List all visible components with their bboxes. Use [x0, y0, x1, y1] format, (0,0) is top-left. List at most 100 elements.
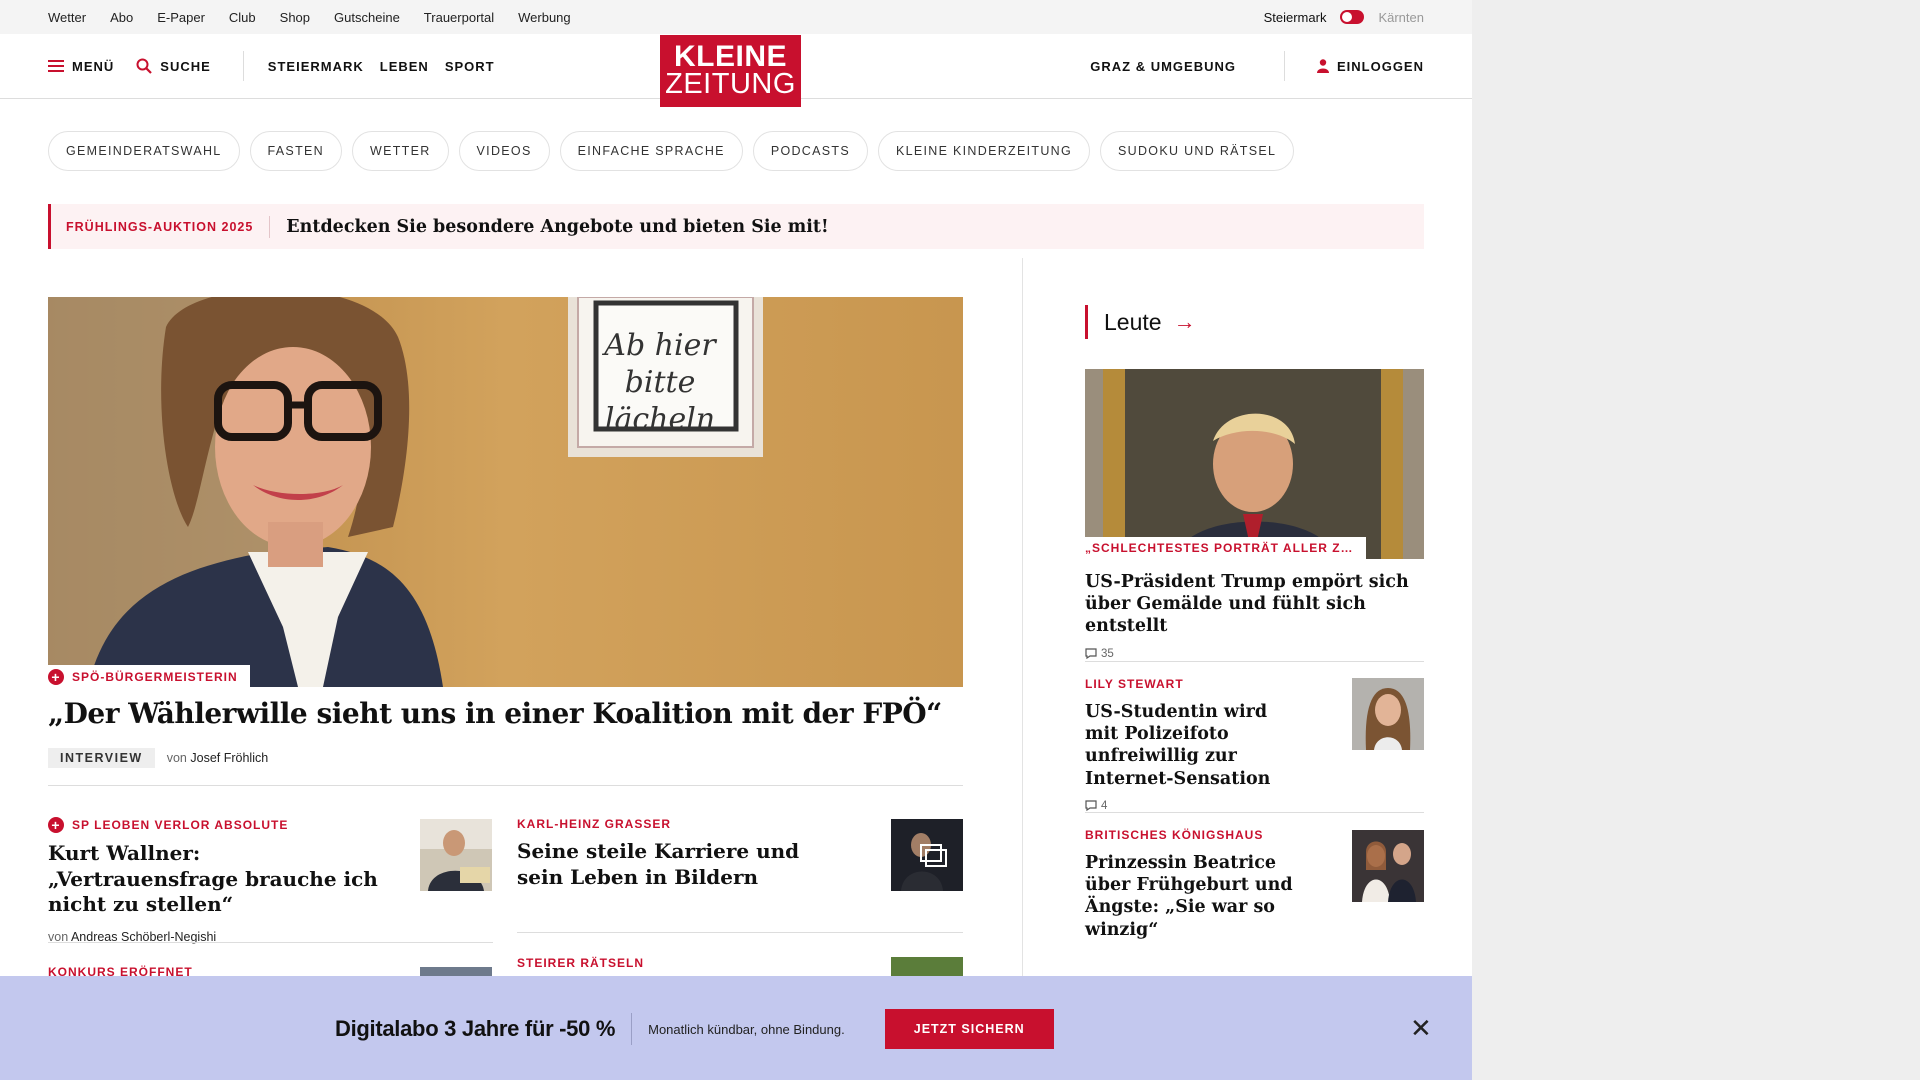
- offer-headline: Digitalabo 3 Jahre für -50 %: [335, 1016, 616, 1041]
- site-logo[interactable]: KLEINE ZEITUNG: [660, 35, 801, 107]
- sign-line-2: bitte: [625, 365, 696, 400]
- search-button[interactable]: SUCHE: [136, 58, 211, 74]
- main-navigation: MENÜ SUCHE STEIERMARK LEBEN SPORT KLEINE…: [0, 34, 1472, 107]
- teaser-thumbnail-wallner[interactable]: [420, 819, 492, 891]
- pill-podcasts[interactable]: PODCASTS: [752, 131, 868, 171]
- comment-count[interactable]: 4: [1085, 800, 1295, 812]
- column-divider: [1022, 258, 1023, 978]
- pill-wetter[interactable]: WETTER: [351, 131, 449, 171]
- nav-link-sport[interactable]: SPORT: [445, 59, 495, 74]
- offer-subtext: Monatlich kündbar, ohne Bindung.: [648, 1021, 845, 1037]
- hero-kicker-text: SPÖ-BÜRGERMEISTERIN: [72, 669, 238, 684]
- sidebar-item-lily-stewart[interactable]: LILY STEWART US-Studentin wird mit Poliz…: [1085, 677, 1295, 812]
- section-heading-leute[interactable]: Leute →: [1085, 305, 1196, 339]
- pill-videos[interactable]: VIDEOS: [458, 131, 550, 171]
- teaser-raetseln[interactable]: STEIRER RÄTSELN: [517, 956, 644, 978]
- comment-count[interactable]: 35: [1085, 648, 1424, 660]
- sidebar-divider: [1085, 661, 1424, 662]
- arrow-right-icon: →: [1173, 309, 1196, 334]
- utility-link-epaper[interactable]: E-Paper: [157, 10, 205, 25]
- offer-divider: [631, 1013, 633, 1045]
- sidebar-lead-image[interactable]: [1085, 369, 1424, 559]
- utility-link-shop[interactable]: Shop: [280, 10, 310, 25]
- search-label: SUCHE: [160, 58, 211, 74]
- promo-text: Entdecken Sie besondere Angebote und bie…: [286, 216, 829, 237]
- region-kaernten[interactable]: Kärnten: [1378, 10, 1424, 25]
- sign-line-1: Ab hier: [601, 328, 717, 363]
- pill-einfache-sprache[interactable]: EINFACHE SPRACHE: [559, 131, 743, 171]
- sidebar-thumbnail-lily[interactable]: [1352, 678, 1424, 750]
- teaser-thumbnail-raetseln[interactable]: [891, 957, 963, 977]
- teaser-kicker: STEIRER RÄTSELN: [517, 956, 644, 970]
- nav-link-steiermark[interactable]: STEIERMARK: [268, 59, 364, 74]
- region-steiermark[interactable]: Steiermark: [1264, 10, 1327, 25]
- offer-cta-button[interactable]: JETZT SICHERN: [884, 1009, 1054, 1049]
- plus-icon: +: [48, 668, 64, 685]
- teaser-title: Seine steile Karriere und sein Leben in …: [517, 839, 800, 889]
- utility-link-club[interactable]: Club: [229, 10, 256, 25]
- nav-divider-right: [1283, 51, 1285, 81]
- topic-pills: GEMEINDERATSWAHL FASTEN WETTER VIDEOS EI…: [48, 131, 1295, 171]
- sidebar-item-beatrice[interactable]: BRITISCHES KÖNIGSHAUS Prinzessin Beatric…: [1085, 828, 1295, 941]
- promo-tag: FRÜHLINGS-AUKTION 2025: [51, 215, 271, 238]
- section-heading-text: Leute: [1104, 308, 1162, 335]
- close-icon[interactable]: ✕: [1410, 1015, 1432, 1041]
- utility-link-abo[interactable]: Abo: [110, 10, 133, 25]
- nav-link-leben[interactable]: LEBEN: [380, 59, 429, 74]
- comment-count-value: 35: [1101, 647, 1114, 660]
- login-label: EINLOGGEN: [1336, 58, 1424, 74]
- hero-image[interactable]: Ab hier bitte lächeln: [48, 297, 963, 687]
- sidebar-lead-article[interactable]: US-Präsident Trump empört sich über Gemä…: [1085, 571, 1424, 660]
- interview-badge: INTERVIEW: [48, 748, 155, 768]
- comment-count-value: 4: [1101, 799, 1108, 812]
- pill-sudoku[interactable]: SUDOKU UND RÄTSEL: [1100, 131, 1295, 171]
- region-toggle[interactable]: [1340, 10, 1365, 24]
- website: Wetter Abo E-Paper Club Shop Gutscheine …: [0, 0, 1472, 1080]
- user-icon: [1316, 59, 1329, 73]
- sidebar-item-kicker: BRITISCHES KÖNIGSHAUS: [1085, 828, 1295, 842]
- hero-divider: [48, 785, 963, 786]
- plus-icon: +: [48, 817, 64, 833]
- comment-icon: [1085, 800, 1097, 812]
- teaser-divider: [517, 932, 963, 933]
- utility-link-werbung[interactable]: Werbung: [518, 10, 571, 25]
- teaser-kicker-text: SP LEOBEN VERLOR ABSOLUTE: [72, 818, 289, 832]
- logo-line-1: KLEINE: [673, 39, 787, 73]
- teaser-divider: [48, 942, 493, 943]
- promo-banner[interactable]: FRÜHLINGS-AUKTION 2025 Entdecken Sie bes…: [48, 204, 1424, 249]
- teaser-grasser[interactable]: KARL-HEINZ GRASSER Seine steile Karriere…: [517, 817, 817, 890]
- sidebar-item-kicker-text: BRITISCHES KÖNIGSHAUS: [1085, 828, 1264, 842]
- menu-label: MENÜ: [72, 58, 115, 74]
- sidebar-item-kicker: LILY STEWART: [1085, 677, 1295, 691]
- nav-link-graz[interactable]: GRAZ & UMGEBUNG: [1090, 59, 1236, 74]
- comment-icon: [1085, 648, 1097, 660]
- nav-divider: [242, 51, 244, 81]
- utility-link-wetter[interactable]: Wetter: [48, 10, 86, 25]
- region-switch: Steiermark Kärnten: [1264, 0, 1424, 34]
- utility-link-trauerportal[interactable]: Trauerportal: [424, 10, 494, 25]
- teaser-kicker-text: KARL-HEINZ GRASSER: [517, 817, 672, 831]
- sidebar-item-title: Prinzessin Beatrice über Frühgeburt und …: [1085, 853, 1293, 940]
- teaser-wallner[interactable]: + SP LEOBEN VERLOR ABSOLUTE Kurt Wallner…: [48, 817, 378, 944]
- hero-kicker: + SPÖ-BÜRGERMEISTERIN: [48, 665, 250, 688]
- utility-link-gutscheine[interactable]: Gutscheine: [334, 10, 400, 25]
- sidebar-thumbnail-beatrice[interactable]: [1352, 830, 1424, 902]
- menu-button[interactable]: MENÜ: [48, 59, 114, 74]
- teaser-title: Kurt Wallner: „Vertrauensfrage brauche i…: [48, 841, 378, 917]
- pill-gemeinderatswahl[interactable]: GEMEINDERATSWAHL: [48, 131, 240, 171]
- hamburger-icon: [48, 60, 64, 72]
- pill-fasten[interactable]: FASTEN: [249, 131, 342, 171]
- hero-author[interactable]: Josef Fröhlich: [190, 751, 268, 765]
- sidebar-lead-title: US-Präsident Trump empört sich über Gemä…: [1085, 572, 1409, 637]
- sidebar-item-kicker-text: LILY STEWART: [1085, 677, 1184, 691]
- search-icon: [136, 58, 153, 74]
- hero-headline[interactable]: „Der Wählerwille sieht uns in einer Koal…: [48, 697, 963, 730]
- sidebar-lead-kicker: „SCHLECHTESTES PORTRÄT ALLER Z…: [1085, 537, 1366, 559]
- pill-kinderzeitung[interactable]: KLEINE KINDERZEITUNG: [877, 131, 1091, 171]
- teaser-thumbnail-grasser[interactable]: [891, 819, 963, 891]
- sign-line-3: lächeln: [605, 402, 715, 437]
- logo-line-2: ZEITUNG: [665, 68, 796, 101]
- login-button[interactable]: EINLOGGEN: [1316, 58, 1424, 74]
- utility-bar: Wetter Abo E-Paper Club Shop Gutscheine …: [0, 0, 1472, 34]
- sidebar-item-title: US-Studentin wird mit Polizeifoto unfrei…: [1085, 702, 1271, 789]
